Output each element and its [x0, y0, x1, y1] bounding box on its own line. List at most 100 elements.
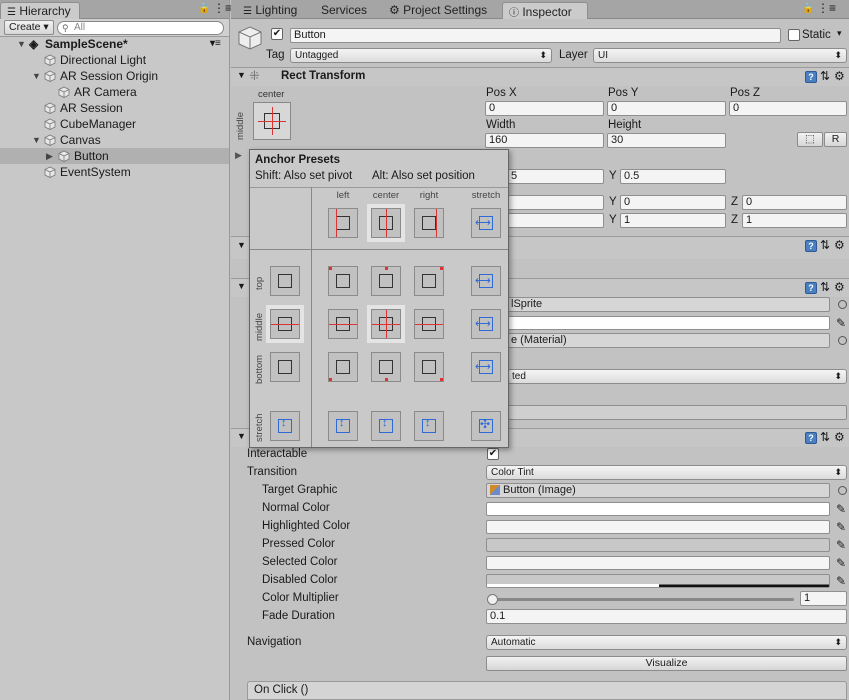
selected-color-field[interactable]: [486, 556, 830, 570]
color-multiplier-slider-track[interactable]: [487, 594, 794, 605]
preset-stretch-right[interactable]: ↕: [414, 411, 444, 441]
object-picker-icon[interactable]: [838, 486, 847, 495]
preset-icon[interactable]: ⇅: [820, 69, 830, 83]
tree-item-eventsystem[interactable]: EventSystem: [0, 164, 229, 180]
preset-stretch-both[interactable]: ✣: [471, 411, 501, 441]
layer-dropdown[interactable]: UI ⬍: [593, 48, 847, 63]
pivot-y-field[interactable]: 0.5: [620, 169, 726, 184]
help-icon[interactable]: ?: [805, 71, 817, 83]
width-field[interactable]: 160: [485, 133, 604, 148]
preset-stretch-horizontal[interactable]: ⟷: [471, 208, 501, 238]
tab-hierarchy[interactable]: ☰ Hierarchy: [0, 2, 80, 19]
material-field[interactable]: e (Material): [507, 333, 830, 348]
rotation-x-field[interactable]: [507, 195, 604, 210]
blueprint-mode-button[interactable]: ⬚: [797, 132, 823, 147]
preset-stretch-left[interactable]: ↕: [328, 411, 358, 441]
preset-middle-left[interactable]: [328, 309, 358, 339]
gear-icon[interactable]: ⚙: [834, 430, 845, 444]
target-graphic-field[interactable]: Button (Image): [486, 483, 830, 498]
pivot-x-field[interactable]: 5: [507, 169, 604, 184]
highlighted-color-field[interactable]: [486, 520, 830, 534]
rotation-z-field[interactable]: 0: [742, 195, 847, 210]
preset-bottom-stretch[interactable]: ⟷: [471, 352, 501, 382]
lock-icon[interactable]: 🔒: [802, 3, 814, 14]
tab-project-settings[interactable]: ⚙ Project Settings: [383, 2, 493, 19]
preset-top-stretch[interactable]: ⟷: [471, 266, 501, 296]
tree-item-cubemanager[interactable]: CubeManager: [0, 116, 229, 132]
preset-icon[interactable]: ⇅: [820, 238, 830, 252]
fade-duration-field[interactable]: 0.1: [486, 609, 847, 624]
scale-x-field[interactable]: [507, 213, 604, 228]
disabled-color-field[interactable]: [486, 574, 830, 588]
preset-top-left[interactable]: [328, 266, 358, 296]
image-color-field[interactable]: [507, 316, 830, 330]
gear-icon[interactable]: ⚙: [834, 238, 845, 252]
height-field[interactable]: 30: [607, 133, 726, 148]
eyedropper-icon[interactable]: ✎: [834, 574, 848, 588]
expand-arrow-icon[interactable]: ▼: [17, 36, 26, 52]
raw-edit-button[interactable]: R: [824, 132, 847, 147]
transition-dropdown[interactable]: Color Tint ⬍: [486, 465, 847, 480]
preset-middle-center[interactable]: [371, 309, 401, 339]
tab-lighting[interactable]: ☰ Lighting: [237, 2, 303, 19]
tag-dropdown[interactable]: Untagged ⬍: [290, 48, 552, 63]
eyedropper-icon[interactable]: ✎: [834, 502, 848, 516]
expand-arrow-icon[interactable]: ▼: [32, 132, 41, 148]
preset-middle-stretch[interactable]: ⟷: [471, 309, 501, 339]
active-checkbox[interactable]: ✔: [271, 28, 283, 40]
preset-icon[interactable]: ⇅: [820, 280, 830, 294]
onclick-event-list[interactable]: On Click (): [247, 681, 847, 700]
panel-menu-icon[interactable]: ⋮≡: [817, 1, 836, 15]
lock-icon[interactable]: 🔒: [198, 3, 210, 14]
tree-item-ar-camera[interactable]: AR Camera: [0, 84, 229, 100]
collapse-arrow-icon[interactable]: ▶: [46, 148, 53, 164]
preset-left-only[interactable]: [328, 208, 358, 238]
rect-transform-header[interactable]: ▼ ⁜ Rect Transform ? ⇅ ⚙: [231, 67, 849, 86]
tree-item-ar-session[interactable]: AR Session: [0, 100, 229, 116]
expand-arrow-icon[interactable]: ▼: [237, 70, 246, 80]
preset-middle-only[interactable]: [270, 309, 300, 339]
static-checkbox[interactable]: [788, 29, 800, 41]
pressed-color-field[interactable]: [486, 538, 830, 552]
eyedropper-icon[interactable]: ✎: [834, 556, 848, 570]
help-icon[interactable]: ?: [805, 282, 817, 294]
expand-arrow-icon[interactable]: ▼: [237, 240, 246, 250]
image-type-dropdown[interactable]: ted ⬍: [507, 369, 847, 384]
preset-bottom-left[interactable]: [328, 352, 358, 382]
color-multiplier-slider-thumb[interactable]: [487, 594, 498, 605]
expand-arrow-icon[interactable]: ▼: [237, 281, 246, 291]
scale-z-field[interactable]: 1: [742, 213, 847, 228]
rotation-y-field[interactable]: 0: [620, 195, 726, 210]
tab-services[interactable]: Services: [315, 2, 373, 19]
hierarchy-search-input[interactable]: ⚲ All: [57, 21, 224, 35]
expand-arrow-icon[interactable]: ▼: [32, 68, 41, 84]
object-picker-icon[interactable]: [838, 336, 847, 345]
pos-y-field[interactable]: 0: [607, 101, 726, 116]
pos-x-field[interactable]: 0: [485, 101, 604, 116]
color-multiplier-field[interactable]: 1: [800, 591, 847, 606]
eyedropper-icon[interactable]: ✎: [834, 316, 848, 330]
panel-menu-icon[interactable]: ⋮≡: [213, 1, 232, 15]
static-dropdown-arrow[interactable]: ▾: [837, 28, 842, 39]
preset-top-only[interactable]: [270, 266, 300, 296]
gear-icon[interactable]: ⚙: [834, 280, 845, 294]
help-icon[interactable]: ?: [805, 240, 817, 252]
expand-arrow-icon[interactable]: ▼: [237, 431, 246, 441]
tree-item-samplescene[interactable]: ▼ ◈ SampleScene* ▾≡: [0, 36, 229, 52]
source-image-field[interactable]: lSprite: [507, 297, 830, 312]
preset-middle-right[interactable]: [414, 309, 444, 339]
tree-item-ar-session-origin[interactable]: ▼ AR Session Origin: [0, 68, 229, 84]
interactable-checkbox[interactable]: ✔: [487, 448, 499, 460]
anchor-preset-button[interactable]: [253, 102, 291, 140]
visualize-button[interactable]: Visualize: [486, 656, 847, 671]
tree-item-directional-light[interactable]: Directional Light: [0, 52, 229, 68]
gear-icon[interactable]: ⚙: [834, 69, 845, 83]
preset-stretch-vertical[interactable]: ↕: [270, 411, 300, 441]
collapsed-arrow-icon[interactable]: ▶: [235, 150, 242, 161]
image-extra-field[interactable]: [507, 405, 847, 420]
tree-item-canvas[interactable]: ▼ Canvas: [0, 132, 229, 148]
tab-inspector[interactable]: ⓘ Inspector: [502, 2, 588, 19]
normal-color-field[interactable]: [486, 502, 830, 516]
scale-y-field[interactable]: 1: [620, 213, 726, 228]
tree-item-button[interactable]: ▶ Button: [0, 148, 229, 164]
